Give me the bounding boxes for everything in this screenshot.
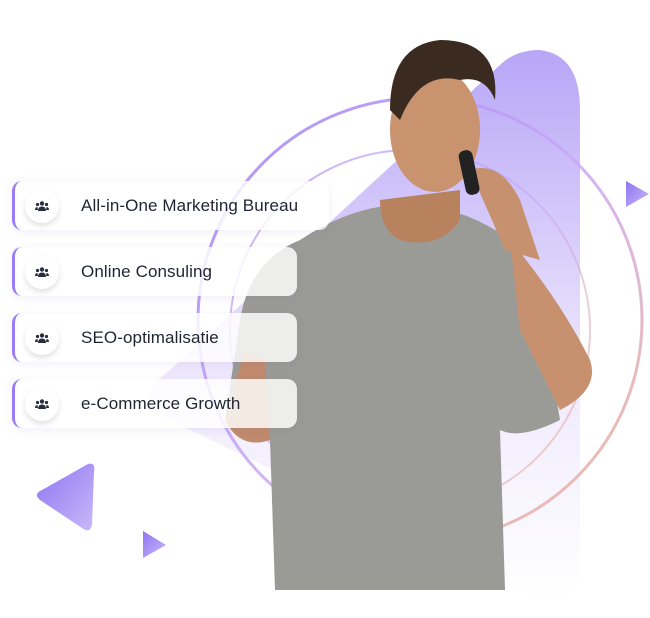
service-card-ecommerce[interactable]: e-Commerce Growth xyxy=(12,379,297,428)
background-graphics xyxy=(36,40,649,601)
service-card-seo[interactable]: SEO-optimalisatie xyxy=(12,313,297,362)
service-card-all-in-one[interactable]: All-in-One Marketing Bureau xyxy=(12,181,329,230)
triangle-small-right xyxy=(626,181,649,207)
service-label: Online Consuling xyxy=(81,261,213,281)
service-card-online-consuling[interactable]: Online Consuling xyxy=(12,247,297,296)
users-icon xyxy=(25,386,59,421)
service-label: All-in-One Marketing Bureau xyxy=(81,195,299,215)
service-label: SEO-optimalisatie xyxy=(81,327,219,347)
users-icon xyxy=(25,188,59,223)
users-icon xyxy=(25,320,59,355)
service-label: e-Commerce Growth xyxy=(81,393,241,413)
hero-illustration: All-in-One Marketing Bureau Online Consu… xyxy=(0,0,650,618)
users-icon xyxy=(25,254,59,289)
triangle-large-left xyxy=(36,463,95,531)
triangle-small-left xyxy=(143,531,166,558)
